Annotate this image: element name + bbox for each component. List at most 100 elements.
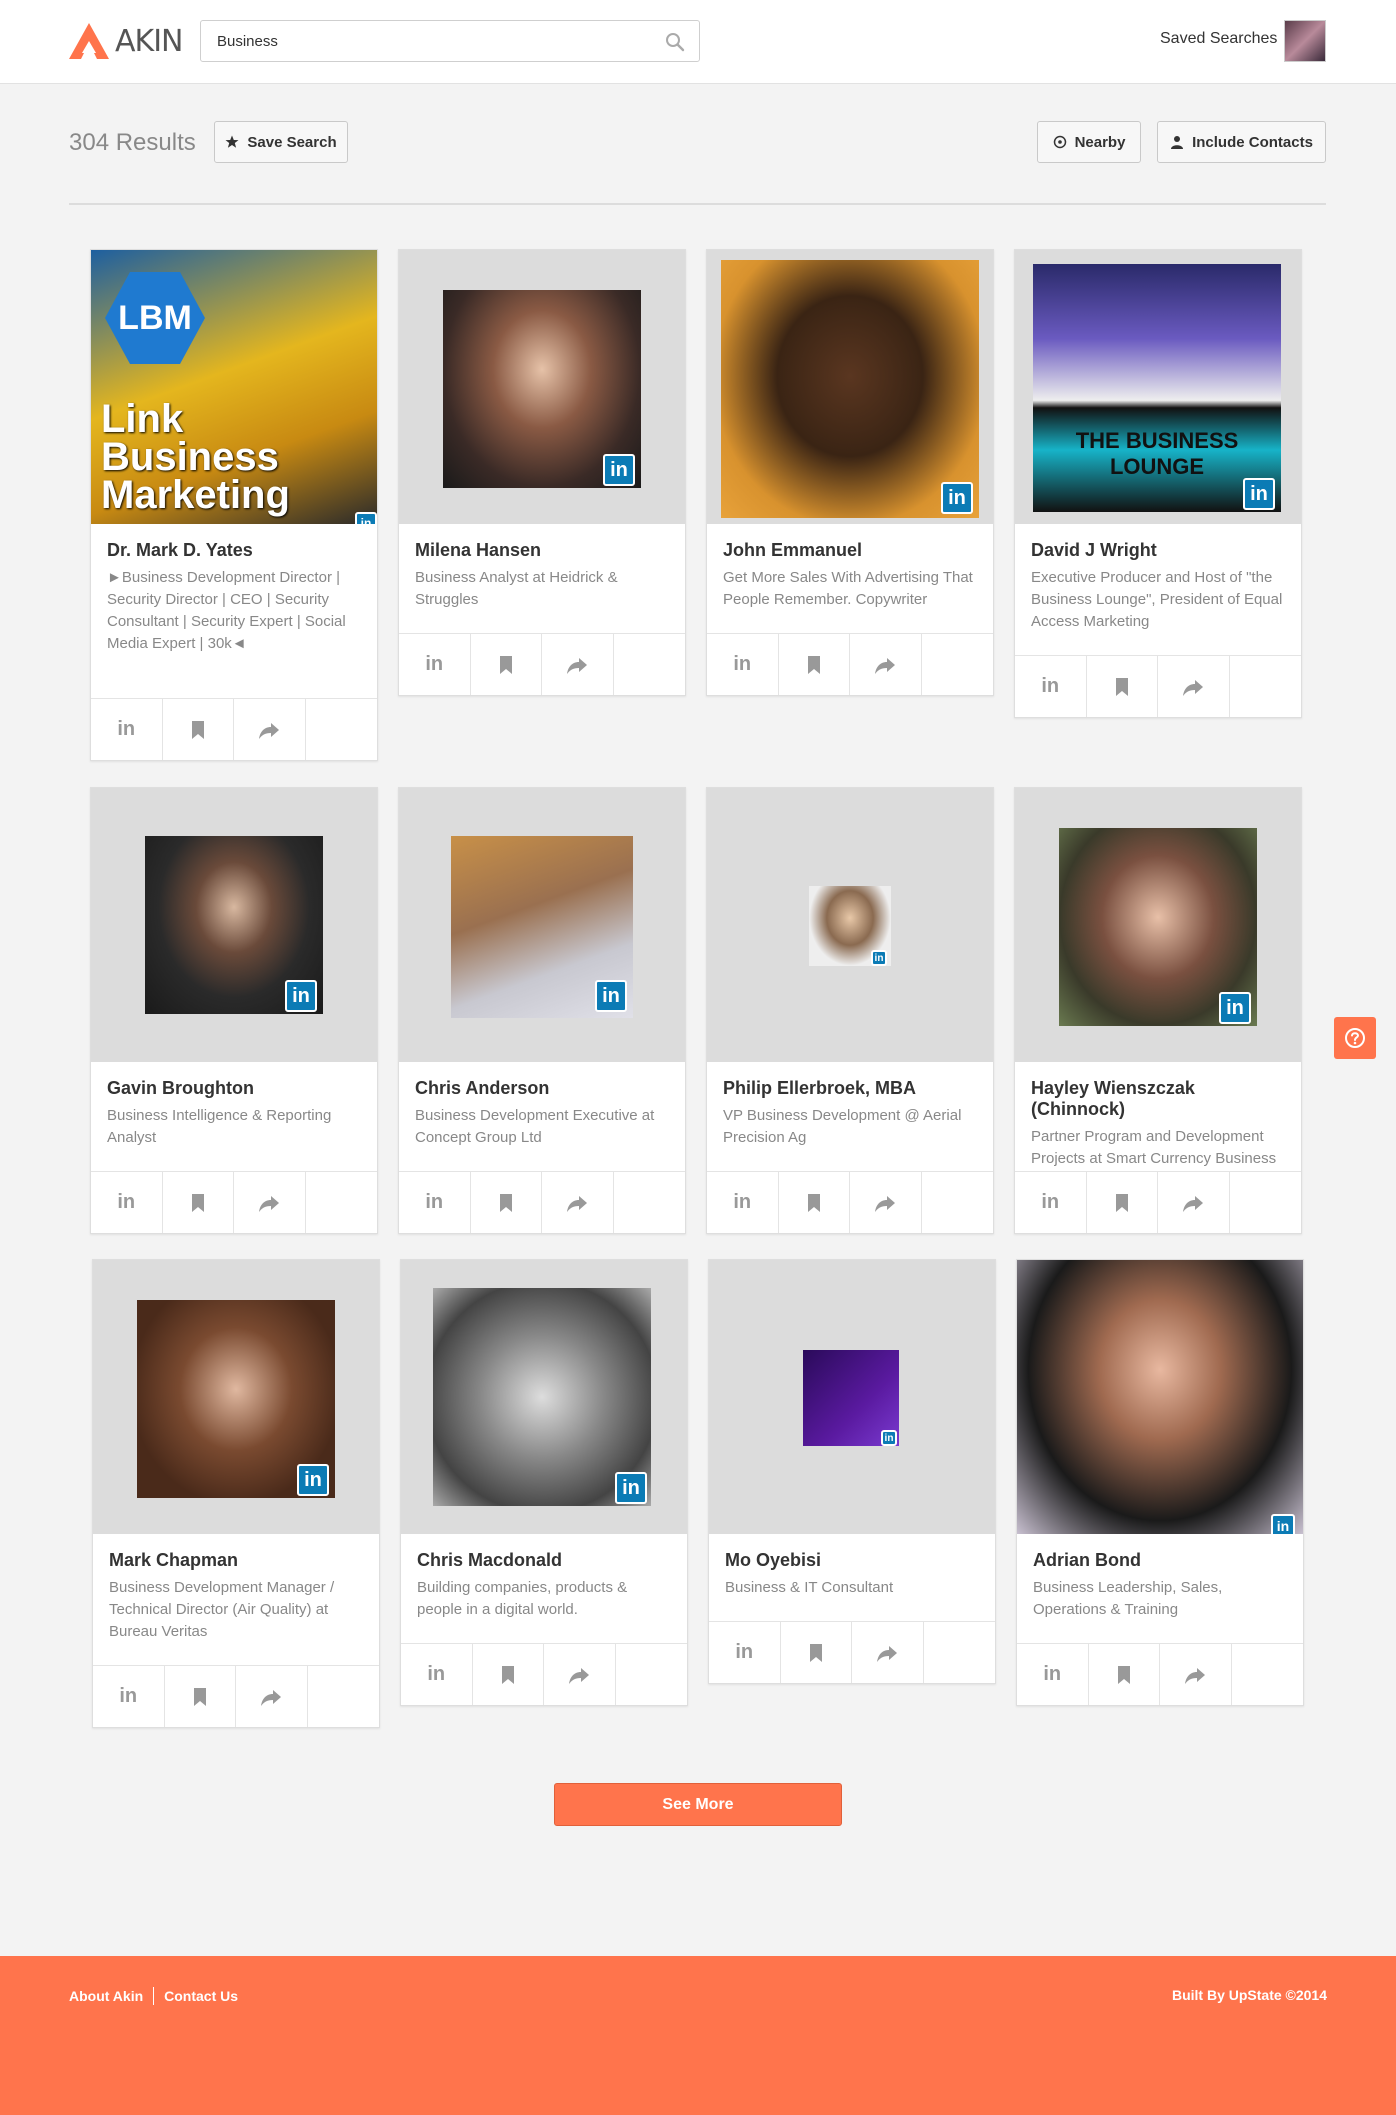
linkedin-button[interactable]: in: [1015, 1172, 1087, 1233]
help-button[interactable]: [1334, 1017, 1376, 1059]
profile-photo-area[interactable]: in: [707, 788, 993, 1062]
bookmark-button[interactable]: [163, 699, 234, 760]
more-button[interactable]: [614, 1172, 686, 1233]
bookmark-button[interactable]: [779, 634, 850, 695]
more-button[interactable]: [924, 1622, 996, 1683]
profile-name[interactable]: John Emmanuel: [723, 540, 977, 561]
profile-photo-area[interactable]: in: [401, 1260, 687, 1534]
linkedin-button[interactable]: in: [709, 1622, 781, 1683]
profile-photo-area[interactable]: in: [1015, 788, 1301, 1062]
linkedin-button[interactable]: in: [93, 1666, 165, 1727]
profile-card[interactable]: in Chris Macdonald Building companies, p…: [400, 1259, 688, 1706]
share-button[interactable]: [542, 1172, 614, 1233]
share-button[interactable]: [544, 1644, 616, 1705]
search-icon[interactable]: [665, 32, 685, 52]
linkedin-button[interactable]: in: [91, 1172, 163, 1233]
more-button[interactable]: [616, 1644, 688, 1705]
profile-name[interactable]: Dr. Mark D. Yates: [107, 540, 361, 561]
profile-card[interactable]: in Gavin Broughton Business Intelligence…: [90, 787, 378, 1234]
more-button[interactable]: [1232, 1644, 1304, 1705]
share-button[interactable]: [850, 634, 922, 695]
profile-name[interactable]: Chris Anderson: [415, 1078, 669, 1099]
bookmark-button[interactable]: [1089, 1644, 1160, 1705]
share-button[interactable]: [234, 1172, 306, 1233]
profile-name[interactable]: Adrian Bond: [1033, 1550, 1287, 1571]
more-button[interactable]: [1230, 656, 1302, 717]
profile-photo-area[interactable]: LBM Link Business Marketing in: [91, 250, 377, 524]
share-button[interactable]: [1158, 1172, 1230, 1233]
profile-name[interactable]: Mo Oyebisi: [725, 1550, 979, 1571]
profile-card[interactable]: in Chris Anderson Business Development E…: [398, 787, 686, 1234]
bookmark-button[interactable]: [1087, 656, 1158, 717]
bookmark-button[interactable]: [163, 1172, 234, 1233]
bookmark-button[interactable]: [165, 1666, 236, 1727]
linkedin-button[interactable]: in: [707, 634, 779, 695]
contact-us-link[interactable]: Contact Us: [164, 1988, 238, 2004]
saved-searches-link[interactable]: Saved Searches: [1160, 30, 1277, 48]
nearby-button[interactable]: Nearby: [1037, 121, 1141, 163]
linkedin-button[interactable]: in: [399, 1172, 471, 1233]
more-button[interactable]: [614, 634, 686, 695]
more-button[interactable]: [922, 1172, 994, 1233]
search-input[interactable]: [201, 21, 641, 61]
profile-photo-area[interactable]: in: [709, 1260, 995, 1534]
linkedin-button[interactable]: in: [399, 634, 471, 695]
profile-photo[interactable]: [721, 260, 979, 518]
profile-card[interactable]: in Hayley Wienszczak (Chinnock) Partner …: [1014, 787, 1302, 1234]
bookmark-button[interactable]: [473, 1644, 544, 1705]
profile-card[interactable]: in John Emmanuel Get More Sales With Adv…: [706, 249, 994, 696]
more-button[interactable]: [308, 1666, 380, 1727]
about-akin-link[interactable]: About Akin: [69, 1988, 143, 2004]
linkedin-button[interactable]: in: [707, 1172, 779, 1233]
profile-card[interactable]: in Milena Hansen Business Analyst at Hei…: [398, 249, 686, 696]
profile-photo-area[interactable]: in: [399, 788, 685, 1062]
more-button[interactable]: [306, 1172, 378, 1233]
share-button[interactable]: [234, 699, 306, 760]
user-avatar[interactable]: [1284, 20, 1326, 62]
bookmark-button[interactable]: [471, 1172, 542, 1233]
profile-photo-area[interactable]: in: [707, 250, 993, 524]
profile-photo-area[interactable]: in: [93, 1260, 379, 1534]
linkedin-button[interactable]: in: [401, 1644, 473, 1705]
profile-card[interactable]: in Adrian Bond Business Leadership, Sale…: [1016, 1259, 1304, 1706]
see-more-button[interactable]: See More: [554, 1783, 842, 1826]
profile-name[interactable]: Philip Ellerbroek, MBA: [723, 1078, 977, 1099]
profile-name[interactable]: Hayley Wienszczak (Chinnock): [1031, 1078, 1285, 1120]
include-contacts-button[interactable]: Include Contacts: [1157, 121, 1326, 163]
profile-name[interactable]: Gavin Broughton: [107, 1078, 361, 1099]
profile-name[interactable]: David J Wright: [1031, 540, 1285, 561]
profile-name[interactable]: Milena Hansen: [415, 540, 669, 561]
profile-photo-area[interactable]: in: [91, 788, 377, 1062]
profile-card[interactable]: in Philip Ellerbroek, MBA VP Business De…: [706, 787, 994, 1234]
share-button[interactable]: [850, 1172, 922, 1233]
bookmark-button[interactable]: [1087, 1172, 1158, 1233]
linkedin-button[interactable]: in: [91, 699, 163, 760]
profile-card[interactable]: in Mo Oyebisi Business & IT Consultant i…: [708, 1259, 996, 1684]
share-button[interactable]: [852, 1622, 924, 1683]
share-button[interactable]: [542, 634, 614, 695]
profile-name[interactable]: Mark Chapman: [109, 1550, 363, 1571]
profile-photo-area[interactable]: in: [1017, 1260, 1303, 1534]
share-button[interactable]: [236, 1666, 308, 1727]
akin-logo[interactable]: AKIN: [69, 22, 183, 60]
profile-card[interactable]: LBM Link Business Marketing in Dr. Mark …: [90, 249, 378, 761]
bookmark-button[interactable]: [471, 634, 542, 695]
share-button[interactable]: [1160, 1644, 1232, 1705]
bookmark-button[interactable]: [779, 1172, 850, 1233]
profile-photo-area[interactable]: in: [399, 250, 685, 524]
profile-card[interactable]: THE BUSINESS LOUNGE in David J Wright Ex…: [1014, 249, 1302, 718]
card-actions: in: [399, 633, 685, 695]
profile-title: Business Leadership, Sales, Operations &…: [1033, 1579, 1223, 1618]
profile-card[interactable]: in Mark Chapman Business Development Man…: [92, 1259, 380, 1728]
save-search-button[interactable]: Save Search: [214, 121, 348, 163]
profile-photo[interactable]: [1017, 1260, 1303, 1534]
more-button[interactable]: [1230, 1172, 1302, 1233]
bookmark-button[interactable]: [781, 1622, 852, 1683]
profile-photo-area[interactable]: THE BUSINESS LOUNGE in: [1015, 250, 1301, 524]
more-button[interactable]: [922, 634, 994, 695]
more-button[interactable]: [306, 699, 378, 760]
share-button[interactable]: [1158, 656, 1230, 717]
linkedin-button[interactable]: in: [1017, 1644, 1089, 1705]
profile-name[interactable]: Chris Macdonald: [417, 1550, 671, 1571]
linkedin-button[interactable]: in: [1015, 656, 1087, 717]
